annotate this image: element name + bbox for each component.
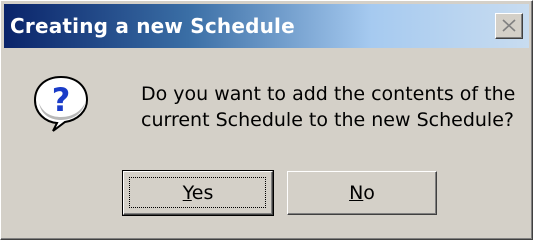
close-button[interactable]: [495, 13, 523, 39]
dialog-title: Creating a new Schedule: [10, 14, 295, 38]
message-dialog: Creating a new Schedule ? Do you want to…: [0, 0, 533, 240]
no-label-rest: o: [363, 182, 375, 204]
svg-text:?: ?: [52, 81, 71, 119]
question-icon: ?: [33, 75, 89, 132]
focus-rectangle: [129, 177, 266, 208]
no-accelerator: N: [349, 182, 364, 204]
message-line-1: Do you want to add the contents of the: [141, 83, 516, 105]
no-button[interactable]: No: [287, 171, 437, 215]
dialog-message: Do you want to add the contents of the c…: [141, 81, 526, 133]
title-bar[interactable]: Creating a new Schedule: [4, 4, 529, 48]
close-icon: [502, 19, 516, 32]
message-line-2: current Schedule to the new Schedule?: [141, 109, 514, 131]
yes-button[interactable]: Yes: [122, 170, 274, 216]
